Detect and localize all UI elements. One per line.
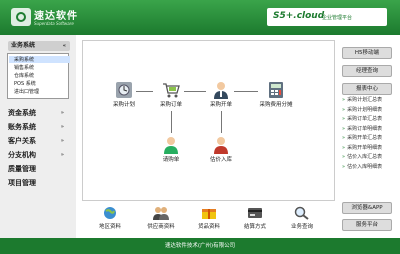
app-subtitle: Superdata Software: [34, 21, 74, 26]
supplier-data-button[interactable]: 供应商资料: [138, 206, 184, 230]
business-system-label: 业务系统: [11, 42, 36, 49]
report-link[interactable]: » 估价入库明细表: [342, 163, 394, 173]
calculator-icon: [269, 82, 283, 98]
business-query-label: 业务查询: [290, 224, 313, 230]
chevron-right-icon: »: [342, 135, 346, 141]
report-link[interactable]: » 采购计划汇总表: [342, 96, 394, 106]
settlement-method-label: 结算方式: [243, 224, 266, 230]
right-panel: H5移动端 经理查询 报表中心 » 采购计划汇总表 » 采购计划明细表 » 采购订单汇…: [337, 40, 397, 238]
sidebar-item-accounting[interactable]: 账务系统 »: [8, 122, 70, 132]
report-link[interactable]: » 采购订单明细表: [342, 125, 394, 135]
manager-query-button[interactable]: 经理查询: [342, 65, 392, 77]
report-link[interactable]: » 采购开单汇总表: [342, 134, 394, 144]
warehouse-worker-icon: [214, 137, 228, 154]
expand-icon: »: [60, 110, 64, 116]
magnifier-icon: [294, 206, 309, 220]
report-center-button[interactable]: 报表中心: [342, 83, 392, 95]
purchase-order-label: 采购订单: [159, 102, 182, 108]
workflow-panel: 采购计划 采购订单 采购开单 采购费用分摊 请购单 估价入库: [82, 40, 335, 201]
product-brand: S5+.cloud 企业管理平台: [267, 8, 387, 26]
estimated-warehousing-node[interactable]: 估价入库: [191, 136, 251, 163]
chevron-right-icon: »: [342, 106, 346, 113]
subsystem-sales[interactable]: 销售系统: [14, 64, 34, 71]
sidebar-item-label: 分支机构: [8, 151, 36, 159]
supplier-data-label: 供应商资料: [147, 224, 175, 230]
sidebar-item-label: 客户关系: [8, 137, 36, 145]
flow-arrow: [221, 111, 222, 133]
expand-icon: »: [60, 124, 64, 130]
basic-data-strip: 地区资料 供应商资料 货品资料 结算方式 业务查询: [82, 206, 333, 236]
purchase-expense-label: 采购费用分摊: [259, 102, 293, 108]
chevron-right-icon: »: [342, 116, 346, 122]
purchase-expense-node[interactable]: 采购费用分摊: [246, 81, 306, 108]
region-data-button[interactable]: 地区资料: [87, 206, 133, 230]
sidebar-item-quality[interactable]: 质量管理: [8, 164, 70, 174]
platform-name: 企业管理平台: [322, 15, 353, 21]
report-link[interactable]: » 采购计划明细表: [342, 106, 394, 116]
chevron-right-icon: »: [342, 97, 346, 103]
footer: 速达软件技术(广州)有限公司: [0, 238, 400, 254]
goods-box-icon: [202, 209, 216, 219]
purchase-invoice-node[interactable]: 采购开单: [191, 81, 251, 108]
flow-arrow: [184, 91, 206, 92]
sidebar-item-label: 项目管理: [8, 179, 36, 187]
region-data-label: 地区资料: [98, 224, 121, 230]
sidebar-item-projects[interactable]: 项目管理: [8, 178, 70, 188]
goods-data-label: 货品资料: [197, 224, 220, 230]
report-link[interactable]: » 估价入库汇总表: [342, 153, 394, 163]
sidebar-item-label: 质量管理: [8, 165, 36, 173]
report-link[interactable]: » 采购订单汇总表: [342, 115, 394, 125]
app-header: 速达软件 Superdata Software S5+.cloud 企业管理平台: [0, 0, 400, 35]
person-icon: [214, 82, 228, 99]
chevron-right-icon: »: [342, 163, 346, 170]
purchase-request-label: 请购单: [162, 157, 180, 163]
goods-data-button[interactable]: 货品资料: [186, 206, 232, 230]
subsystem-import-export[interactable]: 进出口管理: [14, 88, 39, 95]
sidebar: 业务系统 « 采购系统 销售系统 仓库系统 POS 系统 进出口管理 资金系统 »…: [0, 35, 76, 238]
report-list: » 采购计划汇总表 » 采购计划明细表 » 采购订单汇总表 » 采购订单明细表 » 采购开…: [342, 96, 394, 172]
sidebar-item-funds[interactable]: 资金系统 »: [8, 108, 70, 118]
h5-mobile-button[interactable]: H5移动端: [342, 47, 392, 59]
expand-icon: »: [60, 152, 64, 158]
chevron-right-icon: »: [342, 144, 346, 151]
business-query-button[interactable]: 业务查询: [279, 206, 325, 230]
sidebar-item-label: 资金系统: [8, 109, 36, 117]
supplier-icon: [153, 207, 169, 220]
settlement-icon: [248, 208, 262, 218]
flow-arrow: [234, 91, 258, 92]
report-link[interactable]: » 采购开单明细表: [342, 144, 394, 154]
flow-arrow: [136, 91, 153, 92]
plan-icon: [116, 82, 132, 98]
collapse-icon: «: [62, 43, 66, 49]
flow-arrow: [171, 111, 172, 133]
purchase-plan-label: 采购计划: [112, 102, 135, 108]
sidebar-item-label: 账务系统: [8, 123, 36, 131]
purchase-invoice-label: 采购开单: [209, 102, 232, 108]
subsystem-list: 采购系统 销售系统 仓库系统 POS 系统 进出口管理: [7, 53, 70, 99]
expand-icon: »: [60, 138, 64, 144]
service-platform-button[interactable]: 服务平台: [342, 219, 392, 231]
subsystem-pos[interactable]: POS 系统: [14, 80, 36, 87]
cart-icon: [163, 83, 180, 98]
globe-icon: [104, 207, 116, 219]
app-title: 速达软件: [34, 11, 78, 22]
company-logo-icon: [11, 8, 31, 26]
chevron-right-icon: »: [342, 154, 346, 160]
copyright-text: 速达软件技术(广州)有限公司: [164, 243, 236, 249]
sidebar-item-branches[interactable]: 分支机构 »: [8, 150, 70, 160]
settlement-method-button[interactable]: 结算方式: [232, 206, 278, 230]
estimated-warehousing-label: 估价入库: [209, 157, 232, 163]
browser-app-button[interactable]: 浏览器&APP: [342, 202, 392, 214]
requester-icon: [164, 137, 178, 154]
product-name: S5+.cloud: [273, 11, 325, 21]
chevron-right-icon: »: [342, 125, 346, 132]
subsystem-purchase[interactable]: 采购系统: [9, 56, 70, 63]
sidebar-item-crm[interactable]: 客户关系 »: [8, 136, 70, 146]
subsystem-warehouse[interactable]: 仓库系统: [14, 72, 34, 79]
business-system-header[interactable]: 业务系统 «: [8, 41, 70, 51]
